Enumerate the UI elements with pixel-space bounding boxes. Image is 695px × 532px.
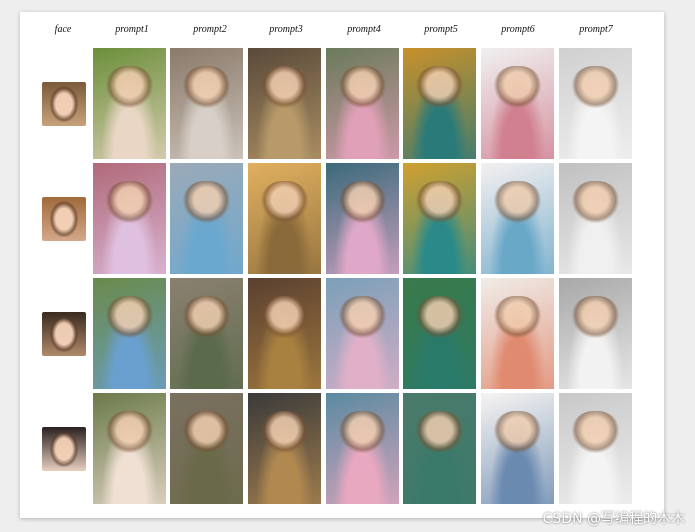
generated-image (170, 278, 243, 389)
generated-image (403, 163, 476, 274)
header-prompt2: prompt2 (193, 24, 227, 35)
header-prompt6: prompt6 (501, 24, 535, 35)
header-prompt1: prompt1 (115, 24, 149, 35)
face-thumbnail (42, 427, 86, 471)
generated-image (481, 163, 554, 274)
generated-image (248, 278, 321, 389)
watermark: CSDN @写编程的木木 (542, 511, 685, 527)
face-thumbnail (42, 82, 86, 126)
generated-image (326, 163, 399, 274)
generated-image (93, 48, 166, 159)
generated-image (481, 393, 554, 504)
generated-image (248, 48, 321, 159)
generated-image (559, 278, 632, 389)
generated-image (403, 278, 476, 389)
face-thumbnail (42, 312, 86, 356)
generated-image (559, 48, 632, 159)
generated-image (170, 48, 243, 159)
header-prompt4: prompt4 (347, 24, 381, 35)
generated-image (326, 278, 399, 389)
generated-image (170, 163, 243, 274)
generated-image (481, 278, 554, 389)
header-prompt3: prompt3 (269, 24, 303, 35)
generated-image (403, 48, 476, 159)
generated-image (248, 393, 321, 504)
generated-image (326, 48, 399, 159)
header-prompt7: prompt7 (579, 24, 613, 35)
column-headers: face prompt1 prompt2 prompt3 prompt4 pro… (20, 12, 664, 48)
generated-image (559, 163, 632, 274)
generated-image (481, 48, 554, 159)
header-prompt5: prompt5 (424, 24, 458, 35)
generated-image (93, 278, 166, 389)
generated-image (93, 393, 166, 504)
generated-image (326, 393, 399, 504)
generated-image (248, 163, 321, 274)
generated-image (403, 393, 476, 504)
face-thumbnail (42, 197, 86, 241)
generated-image (170, 393, 243, 504)
generated-image (559, 393, 632, 504)
image-grid-card: face prompt1 prompt2 prompt3 prompt4 pro… (20, 12, 664, 518)
header-face: face (54, 24, 72, 35)
generated-image (93, 163, 166, 274)
